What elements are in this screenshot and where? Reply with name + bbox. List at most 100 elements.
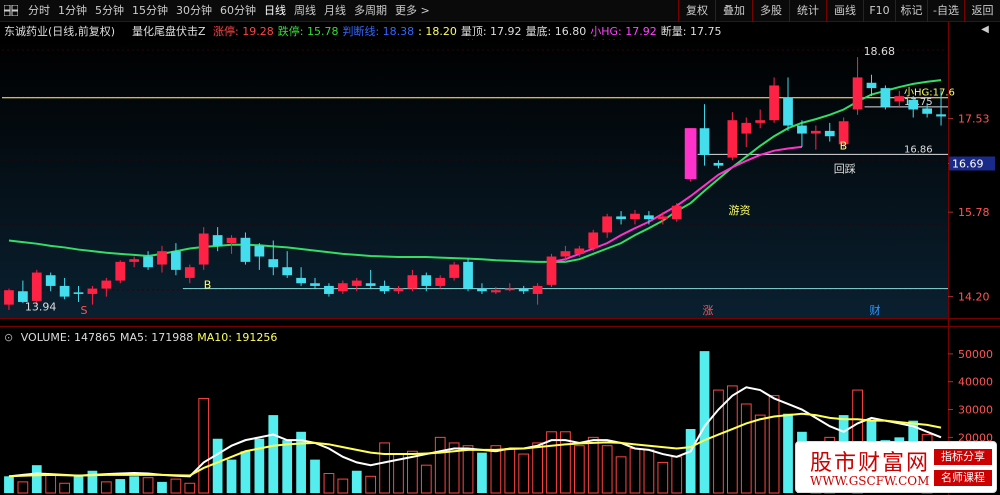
candle-body bbox=[87, 288, 98, 294]
candle-body bbox=[435, 277, 446, 286]
header-value: 量147865 bbox=[275, 39, 329, 52]
header-value: 断量: 17.75 bbox=[660, 25, 722, 38]
period-tab[interactable]: 月线 bbox=[320, 0, 350, 22]
expand-arrow-icon[interactable]: ◀ bbox=[975, 24, 995, 38]
candle-body bbox=[490, 290, 501, 293]
candle-body bbox=[351, 280, 362, 286]
candle-body bbox=[908, 99, 919, 110]
candle-body bbox=[143, 256, 153, 268]
volume-bar bbox=[73, 476, 84, 493]
concept-tags: 化学制药山东板块创新药 免疫治疗 CXO概念 幽门螺杆菌 bbox=[4, 58, 280, 71]
volume-bar bbox=[59, 482, 70, 494]
header-value: VOLUME: 147865 bbox=[20, 331, 116, 344]
volume-bar bbox=[601, 445, 613, 494]
volume-bar bbox=[379, 442, 390, 494]
toolbar-button[interactable]: 返回 bbox=[964, 0, 1000, 22]
toolbar-button[interactable]: 多股 bbox=[752, 0, 789, 22]
candle-body bbox=[4, 290, 14, 305]
candle-body bbox=[727, 120, 738, 158]
period-tab[interactable]: 多周期 bbox=[350, 0, 391, 22]
volume-bar bbox=[783, 413, 793, 493]
volume-bar bbox=[337, 478, 349, 494]
volume-bar bbox=[726, 385, 738, 494]
candle-body bbox=[226, 237, 237, 244]
period-tabs: 分时 1分钟 5分钟 15分钟 30分钟 60分钟 日线 周线 月线 多周期 更多 > bbox=[24, 0, 434, 22]
chart-annotation: 13.94 bbox=[25, 301, 56, 314]
candle-body bbox=[171, 251, 181, 270]
volume-bar bbox=[282, 440, 293, 493]
candle-body bbox=[337, 283, 348, 292]
period-tab[interactable]: 分时 bbox=[24, 0, 54, 22]
candle-body bbox=[73, 292, 84, 294]
panel-divider bbox=[0, 326, 1000, 327]
toolbar-button[interactable]: 叠加 bbox=[715, 0, 752, 22]
volume-header: ⊙ VOLUME: 147865 MA5: 171988 MA10: 191256 bbox=[4, 331, 277, 344]
toolbar-button[interactable]: F10 bbox=[863, 0, 895, 22]
candle-body bbox=[45, 275, 56, 286]
volume-bar bbox=[226, 459, 237, 493]
volume-bar bbox=[685, 429, 696, 493]
bar-date: 2025/08/22/五 bbox=[4, 39, 83, 52]
period-tab[interactable]: 5分钟 bbox=[91, 0, 128, 22]
volume-bar bbox=[671, 456, 683, 494]
volume-bar bbox=[31, 465, 42, 493]
candle-body bbox=[310, 283, 320, 286]
volume-bar bbox=[157, 481, 167, 493]
toolbar-button[interactable]: 统计 bbox=[789, 0, 826, 22]
volume-bar bbox=[462, 445, 474, 494]
price-tick-label: 16.69 bbox=[958, 157, 990, 170]
watermark-badge-indicators: 指标分享 bbox=[934, 449, 992, 465]
header-value: 高18.06 bbox=[136, 39, 179, 52]
header-value: 低17.40 bbox=[182, 39, 226, 52]
toolbar-button[interactable]: 画线 bbox=[826, 0, 863, 22]
header-value: MA10: 191256 bbox=[197, 331, 278, 344]
volume-bar bbox=[310, 459, 320, 493]
candle-body bbox=[769, 85, 779, 121]
chart-annotation: B bbox=[840, 140, 848, 153]
chart-annotation: S bbox=[81, 304, 88, 317]
candle-body bbox=[184, 267, 195, 278]
toolbar-button[interactable]: -自选 bbox=[927, 0, 964, 22]
candle-body bbox=[324, 285, 334, 294]
volume-bar bbox=[477, 452, 487, 493]
candle-body bbox=[240, 237, 251, 262]
period-tab[interactable]: 60分钟 bbox=[216, 0, 260, 22]
period-tab[interactable]: 周线 bbox=[290, 0, 320, 22]
candle-body bbox=[379, 285, 390, 292]
candle-body bbox=[532, 285, 543, 294]
candle-body bbox=[407, 275, 418, 289]
period-tab[interactable]: 30分钟 bbox=[172, 0, 216, 22]
candle-body bbox=[254, 245, 265, 257]
volume-bar bbox=[490, 445, 502, 494]
volume-bar bbox=[351, 470, 362, 493]
right-toolbar: 复权 叠加 多股 统计 画线 F10 标记 -自选 返回 bbox=[678, 0, 1000, 22]
toolbar-button[interactable]: 复权 bbox=[678, 0, 715, 22]
price-chart[interactable]: 14.2015.7816.6917.5316.69200003000040000… bbox=[0, 0, 1000, 495]
candle-body bbox=[198, 233, 209, 265]
green-ma-line bbox=[8, 79, 942, 263]
candle-body bbox=[282, 267, 293, 276]
period-tab[interactable]: 更多 > bbox=[391, 0, 434, 22]
period-tab[interactable]: 日线 bbox=[260, 0, 290, 22]
candle-body bbox=[268, 259, 279, 268]
header-value: 额2.61亿 bbox=[332, 39, 380, 52]
toolbar-button[interactable]: 标记 bbox=[895, 0, 927, 22]
period-tab[interactable]: 15分钟 bbox=[128, 0, 172, 22]
volume-bar bbox=[448, 442, 460, 494]
volume-collapse-icon[interactable]: ⊙ bbox=[4, 331, 13, 344]
period-tab[interactable]: 1分钟 bbox=[54, 0, 91, 22]
watermark-url: WWW.GSCFW.COM bbox=[810, 474, 930, 488]
candle-body bbox=[365, 283, 376, 286]
price-tick-label: 15.78 bbox=[958, 206, 990, 219]
volume-bar bbox=[518, 453, 530, 494]
grid-menu-icon[interactable] bbox=[4, 5, 18, 16]
candle-body bbox=[671, 205, 682, 220]
candle-body bbox=[421, 275, 432, 286]
candle-body bbox=[560, 251, 571, 257]
candle-body bbox=[616, 216, 626, 220]
current-price-box bbox=[949, 156, 995, 171]
volume-bar bbox=[407, 450, 418, 494]
current-price-label: 16.69 bbox=[952, 157, 984, 170]
candle-body bbox=[797, 125, 807, 134]
candle-body bbox=[115, 261, 126, 281]
